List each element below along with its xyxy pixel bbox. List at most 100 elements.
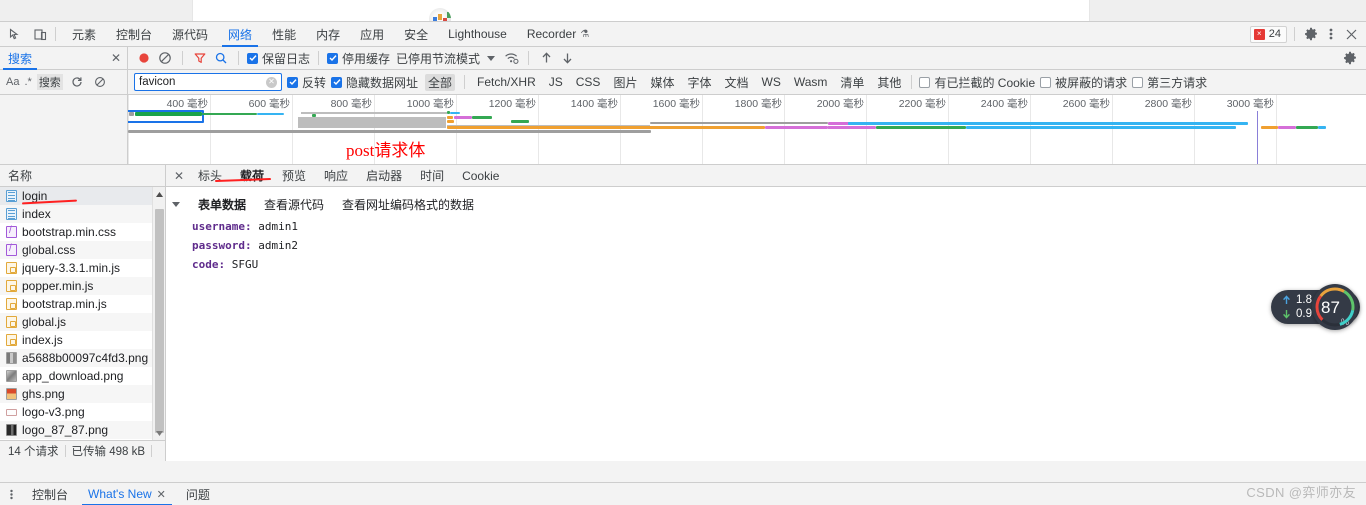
match-case-icon[interactable]: Aa [6, 76, 19, 88]
error-count-badge[interactable]: × 24 [1249, 25, 1287, 43]
table-row[interactable]: popper.min.js [0, 277, 165, 295]
filter-input-wrapper[interactable]: ✕ [134, 73, 282, 91]
request-name: ghs.png [22, 387, 65, 401]
device-toolbar-icon[interactable] [31, 25, 49, 43]
close-icon[interactable]: ✕ [157, 488, 166, 501]
table-row[interactable]: logo-v3.png [0, 403, 165, 421]
inspect-element-icon[interactable] [6, 25, 24, 43]
third-party-checkbox[interactable]: 第三方请求 [1132, 74, 1207, 91]
close-icon[interactable]: ✕ [171, 169, 187, 183]
throttling-label[interactable]: 已停用节流模式 [396, 50, 480, 67]
filter-type-js[interactable]: JS [546, 75, 566, 89]
image-file-icon [6, 388, 17, 400]
filter-type-ws[interactable]: WS [759, 75, 784, 89]
filter-icon[interactable] [191, 49, 209, 67]
error-count-label: 24 [1268, 28, 1281, 40]
table-row[interactable]: bootstrap.min.js [0, 295, 165, 313]
tab-lighthouse[interactable]: Lighthouse [438, 22, 517, 47]
scrollbar-thumb[interactable] [155, 209, 164, 433]
table-row[interactable]: ghs.png [0, 385, 165, 403]
tab-recorder[interactable]: Recorder ⚗ [517, 22, 599, 47]
chevron-down-icon[interactable] [487, 55, 496, 61]
detail-tab-preview[interactable]: 预览 [273, 165, 315, 187]
kebab-menu-icon[interactable] [1322, 25, 1340, 43]
request-name: logo_87_87.png [22, 423, 109, 437]
network-speed-widget[interactable]: 1.8 K/s 0.9 K/s 87 % [1270, 284, 1360, 330]
clear-input-icon[interactable]: ✕ [266, 76, 277, 88]
table-row[interactable]: global.css [0, 241, 165, 259]
detail-tab-payload[interactable]: 载荷 [231, 165, 273, 187]
table-row[interactable]: a5688b00097c4fd3.png [0, 349, 165, 367]
table-row[interactable]: logo_87_87.png [0, 421, 165, 439]
requests-list[interactable]: login index bootstrap.min.css global.css… [0, 187, 165, 440]
disable-cache-checkbox[interactable]: 停用缓存 [327, 50, 390, 67]
clear-icon[interactable] [156, 49, 174, 67]
scroll-up-arrow-icon[interactable] [153, 187, 165, 201]
clear-icon[interactable] [91, 73, 109, 91]
form-data-section-header: 表单数据 查看源代码 查看网址编码格式的数据 [172, 196, 1366, 213]
detail-tab-label: 时间 [420, 169, 445, 183]
drawer-tab-issues[interactable]: 问题 [176, 483, 220, 505]
table-row[interactable]: app_download.png [0, 367, 165, 385]
view-source-link[interactable]: 查看源代码 [264, 196, 324, 213]
gear-icon[interactable] [1341, 49, 1359, 67]
drawer-tab-console[interactable]: 控制台 [22, 483, 78, 505]
filter-type-all[interactable]: 全部 [425, 73, 456, 91]
search-icon[interactable] [212, 49, 230, 67]
tab-sources[interactable]: 源代码 [162, 22, 218, 47]
filter-input[interactable] [139, 76, 266, 88]
detail-tab-cookies[interactable]: Cookie [453, 165, 508, 187]
filter-type-wasm[interactable]: Wasm [791, 75, 831, 89]
wifi-settings-icon[interactable] [502, 49, 520, 67]
detail-tab-response[interactable]: 响应 [315, 165, 357, 187]
regex-icon[interactable]: .* [24, 76, 31, 88]
filter-type-css[interactable]: CSS [573, 75, 604, 89]
tab-memory[interactable]: 内存 [306, 22, 350, 47]
toolbar-row-filter: Aa .* 搜索 ✕ 反转 [0, 70, 1366, 95]
kebab-menu-icon[interactable] [0, 488, 22, 501]
blocked-cookies-checkbox[interactable]: 有已拦截的 Cookie [919, 74, 1035, 91]
blocked-requests-checkbox[interactable]: 被屏蔽的请求 [1040, 74, 1127, 91]
scroll-down-arrow-icon[interactable] [153, 426, 165, 440]
hide-data-urls-checkbox[interactable]: 隐藏数据网址 [331, 74, 418, 91]
preserve-log-checkbox[interactable]: 保留日志 [247, 50, 310, 67]
tab-console[interactable]: 控制台 [106, 22, 162, 47]
detail-tab-initiator[interactable]: 启动器 [357, 165, 411, 187]
refresh-icon[interactable] [68, 73, 86, 91]
export-har-icon[interactable] [558, 49, 576, 67]
filter-type-fetch-xhr[interactable]: Fetch/XHR [474, 75, 539, 89]
table-row[interactable]: jquery-3.3.1.min.js [0, 259, 165, 277]
detail-tab-label: 载荷 [240, 169, 265, 183]
table-row[interactable]: index [0, 205, 165, 223]
requests-scrollbar[interactable] [152, 187, 165, 440]
record-icon[interactable] [135, 49, 153, 67]
detail-tab-headers[interactable]: 标头 [189, 165, 231, 187]
table-row[interactable]: bootstrap.min.css [0, 223, 165, 241]
tab-security[interactable]: 安全 [394, 22, 438, 47]
view-urlencoded-link[interactable]: 查看网址编码格式的数据 [342, 196, 474, 213]
close-icon[interactable] [1342, 25, 1360, 43]
tab-performance[interactable]: 性能 [262, 22, 306, 47]
tab-application[interactable]: 应用 [350, 22, 394, 47]
chevron-down-icon[interactable] [172, 202, 180, 207]
tab-network[interactable]: 网络 [218, 22, 262, 47]
import-har-icon[interactable] [537, 49, 555, 67]
table-row[interactable]: global.js [0, 313, 165, 331]
table-row[interactable]: index.js [0, 331, 165, 349]
tab-elements[interactable]: 元素 [62, 22, 106, 47]
gear-icon[interactable] [1302, 25, 1320, 43]
overview-timeline[interactable]: 200 毫秒 400 毫秒 600 毫秒 800 毫秒 1000 毫秒 1200… [128, 95, 1366, 164]
search-input[interactable]: 搜索 [36, 74, 63, 90]
filter-type-manifest[interactable]: 清单 [837, 74, 867, 91]
filter-type-img[interactable]: 图片 [610, 74, 640, 91]
close-icon[interactable]: ✕ [111, 52, 121, 64]
drawer-tab-whats-new[interactable]: What's New ✕ [78, 483, 176, 505]
invert-checkbox[interactable]: 反转 [287, 74, 326, 91]
detail-tab-timing[interactable]: 时间 [411, 165, 453, 187]
filter-type-media[interactable]: 媒体 [647, 74, 677, 91]
sidebar-tab-search[interactable]: 搜索 [0, 47, 40, 70]
filter-type-font[interactable]: 字体 [684, 74, 714, 91]
filter-type-doc[interactable]: 文档 [721, 74, 751, 91]
filter-type-other[interactable]: 其他 [874, 74, 904, 91]
requests-column-header[interactable]: 名称 [0, 165, 165, 187]
